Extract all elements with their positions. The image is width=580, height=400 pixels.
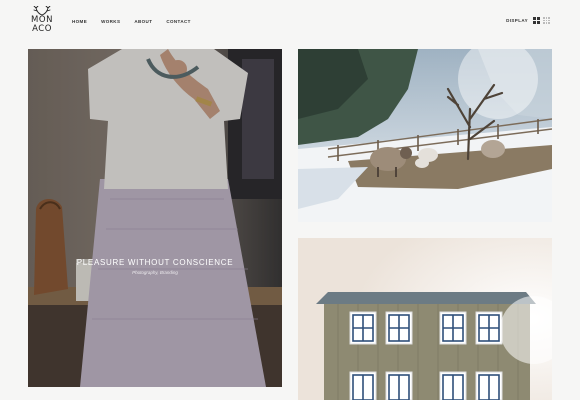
grid-3x3-icon[interactable] — [543, 17, 550, 24]
portfolio-item-house[interactable] — [298, 238, 552, 400]
display-switcher: DISPLAY — [506, 17, 550, 24]
house-photo — [298, 238, 552, 400]
grid-2x2-icon[interactable] — [533, 17, 540, 24]
logo[interactable]: MON ACO — [28, 6, 56, 36]
main-nav: HOME WORKS ABOUT CONTACT — [72, 19, 191, 24]
nav-works[interactable]: WORKS — [101, 19, 120, 24]
logo-text-bottom: ACO — [32, 24, 52, 34]
portfolio-item-woman[interactable]: PLEASURE WITHOUT CONSCIENCE Photography,… — [28, 49, 282, 387]
nav-contact[interactable]: CONTACT — [166, 19, 190, 24]
woman-photo — [28, 49, 282, 387]
nav-home[interactable]: HOME — [72, 19, 87, 24]
work-categories: Photography, Branding — [132, 270, 178, 275]
display-label: DISPLAY — [506, 18, 528, 23]
work-title[interactable]: PLEASURE WITHOUT CONSCIENCE — [28, 258, 282, 267]
nav-about[interactable]: ABOUT — [134, 19, 152, 24]
sheep-photo — [298, 49, 552, 222]
portfolio-item-sheep[interactable] — [298, 49, 552, 222]
